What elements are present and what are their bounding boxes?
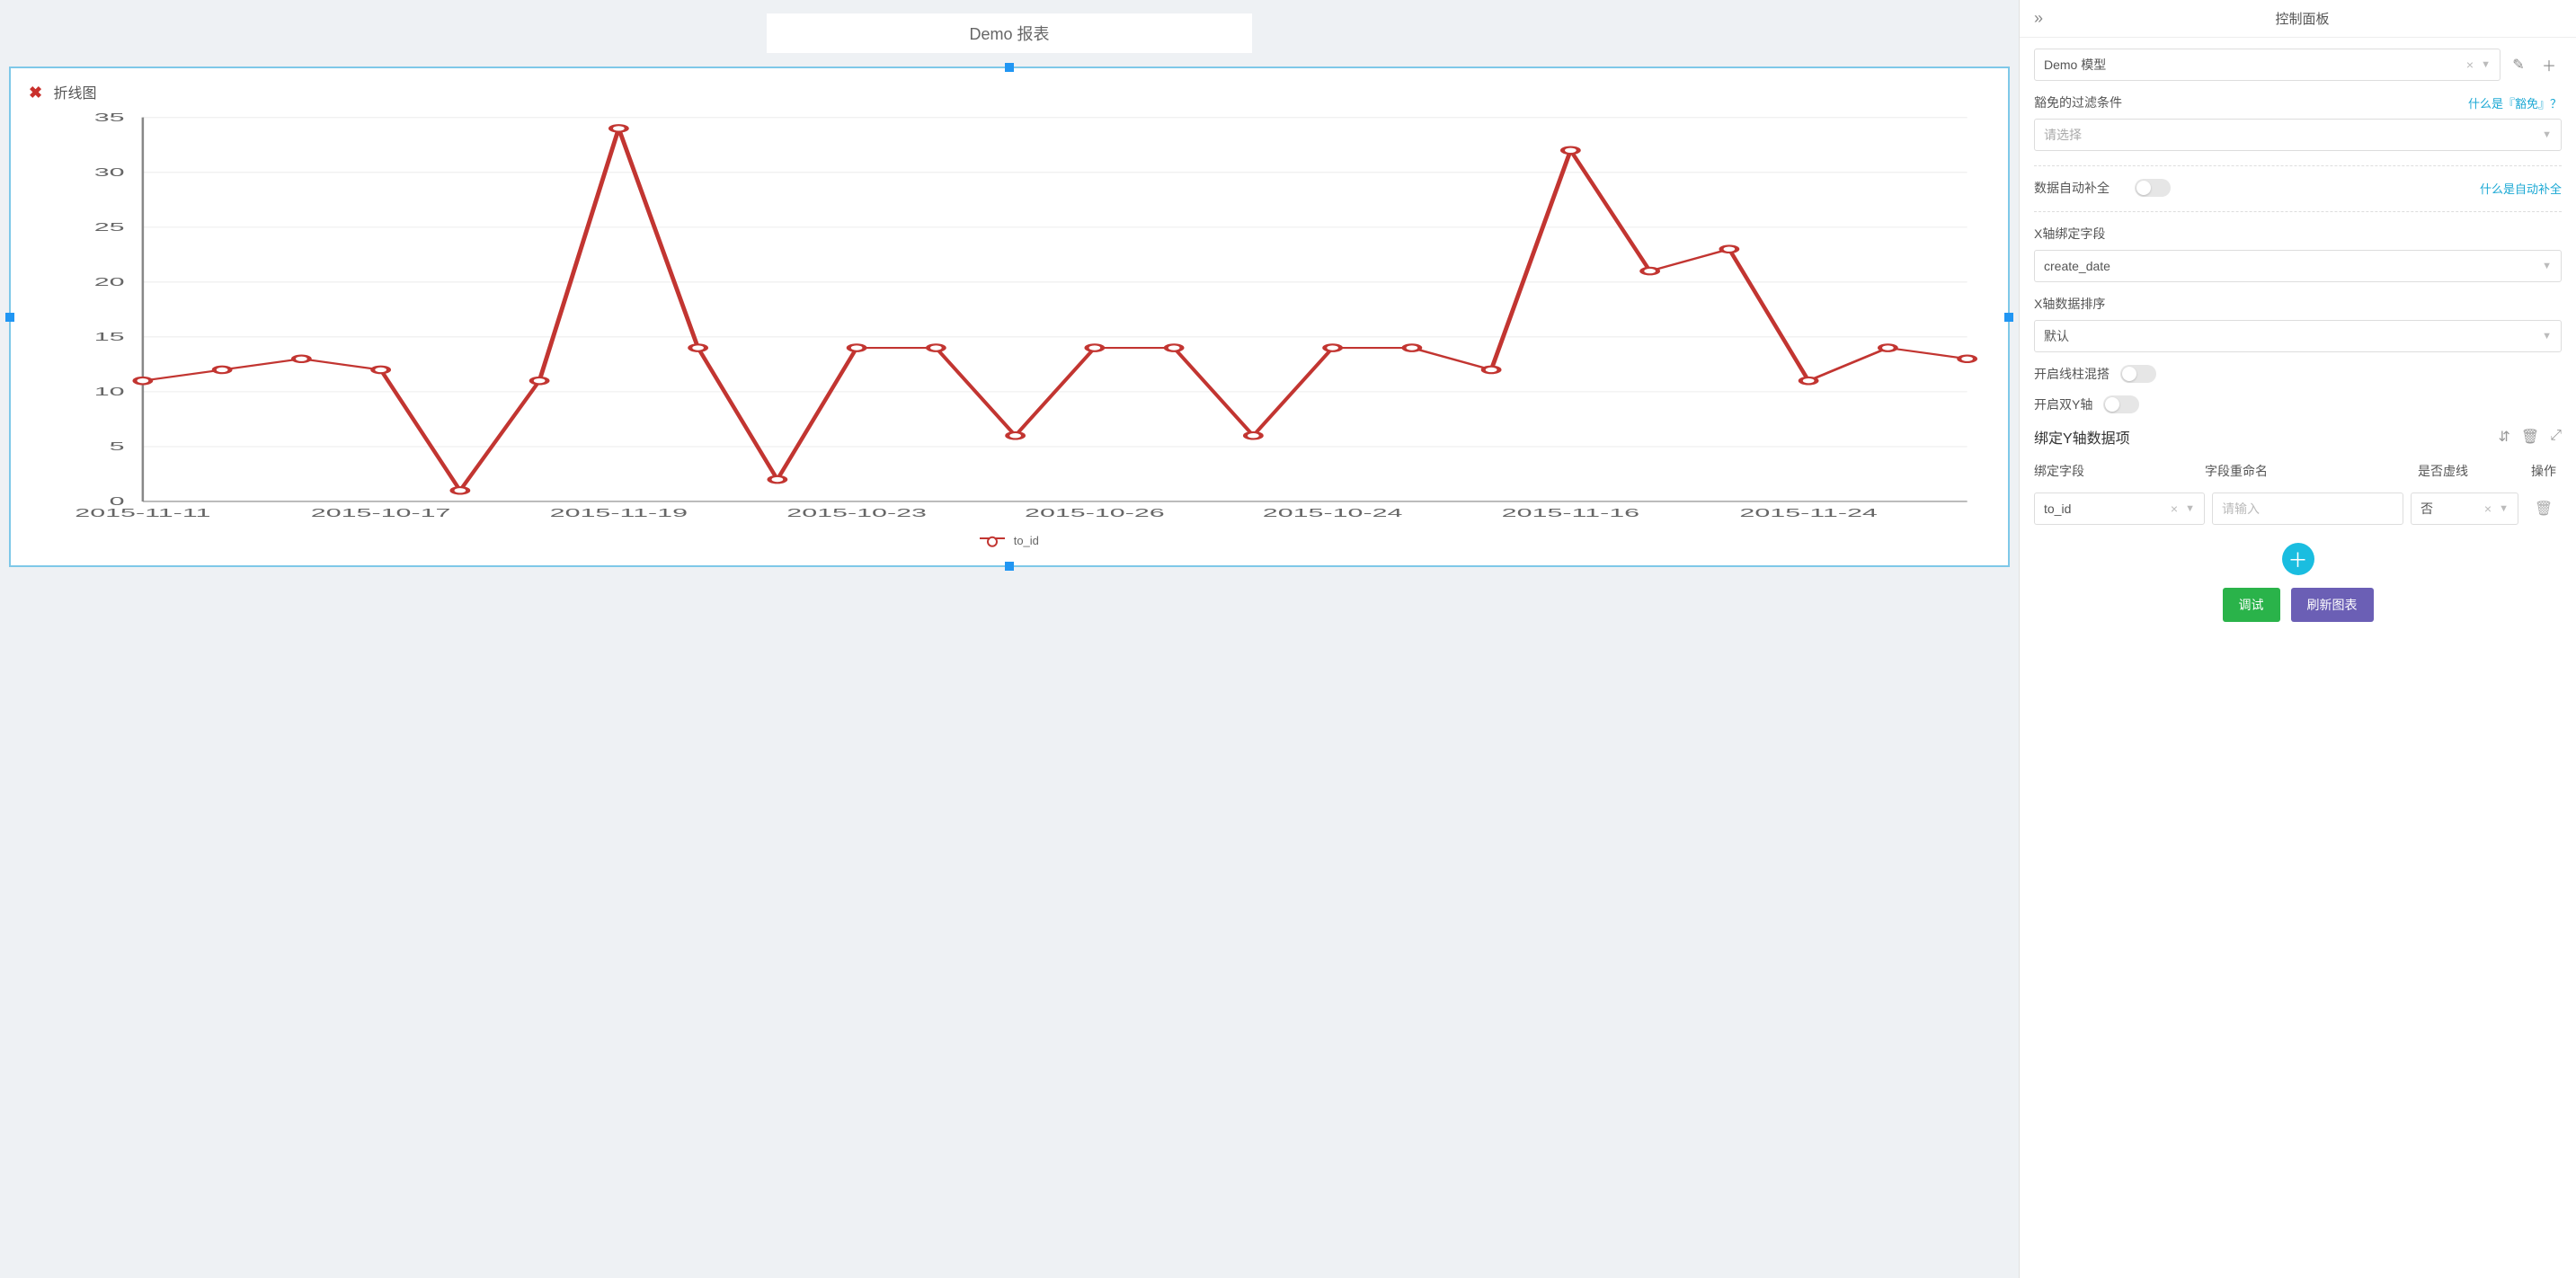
svg-text:2015-11-16: 2015-11-16 (1502, 507, 1639, 519)
report-title-bar: Demo 报表 (9, 0, 2010, 67)
exempt-help-link[interactable]: 什么是『豁免』？ (2468, 94, 2562, 111)
chevron-down-icon: ▼ (2542, 129, 2552, 140)
svg-text:30: 30 (94, 165, 125, 178)
svg-text:10: 10 (94, 386, 125, 398)
y-dashed-select[interactable]: 否 × ▼ (2411, 493, 2518, 525)
svg-text:35: 35 (94, 111, 125, 123)
y-field-select[interactable]: to_id × ▼ (2034, 493, 2205, 525)
mix-toggle[interactable] (2120, 365, 2156, 383)
canvas-area: Demo 报表 ✖ 折线图 051015202530352015-11-1120… (0, 0, 2019, 1278)
svg-text:2015-10-23: 2015-10-23 (786, 507, 927, 519)
x-field-label: X轴绑定字段 (2034, 225, 2105, 243)
chevron-down-icon: ▼ (2185, 503, 2195, 514)
svg-text:20: 20 (94, 276, 125, 288)
x-field-value: create_date (2044, 259, 2110, 273)
chevron-down-icon: ▼ (2499, 503, 2509, 514)
panel-header: » 控制面板 (2020, 0, 2576, 38)
x-sort-select[interactable]: 默认 ▼ (2034, 320, 2562, 352)
debug-button[interactable]: 调试 (2223, 588, 2280, 622)
resize-handle-bottom[interactable] (1005, 562, 1014, 571)
autofill-help-link[interactable]: 什么是自动补全 (2480, 180, 2562, 197)
remove-chart-icon[interactable]: ✖ (29, 84, 42, 102)
y-head-ops: 操作 (2526, 462, 2562, 480)
chart-legend[interactable]: to_id (29, 534, 1990, 547)
add-y-row-button[interactable]: ＋ (2282, 543, 2314, 575)
exempt-placeholder: 请选择 (2044, 126, 2082, 144)
chart-plot: 051015202530352015-11-112015-10-172015-1… (29, 108, 1990, 530)
svg-text:2015-11-24: 2015-11-24 (1739, 507, 1877, 519)
y-dashed-clear-icon[interactable]: × (2481, 501, 2495, 516)
y-rename-input[interactable] (2212, 493, 2403, 525)
chart-title-row: ✖ 折线图 (29, 77, 1990, 108)
separator (2034, 165, 2562, 166)
model-clear-icon[interactable]: × (2463, 58, 2477, 72)
chevron-down-icon: ▼ (2542, 331, 2552, 342)
svg-text:2015-10-24: 2015-10-24 (1263, 507, 1403, 519)
chevron-down-icon: ▼ (2481, 59, 2491, 70)
dual-y-toggle[interactable] (2103, 395, 2139, 413)
svg-text:15: 15 (94, 331, 125, 343)
mix-toggle-label: 开启线柱混搭 (2034, 365, 2110, 383)
autofill-label: 数据自动补全 (2034, 179, 2124, 197)
refresh-chart-button[interactable]: 刷新图表 (2291, 588, 2374, 622)
dual-y-label: 开启双Y轴 (2034, 395, 2092, 413)
y-field-value: to_id (2044, 501, 2071, 516)
delete-row-icon[interactable]: 🗑 (2535, 501, 2553, 517)
svg-text:5: 5 (110, 440, 125, 453)
expand-icon[interactable]: ⤢ (2550, 428, 2562, 446)
panel-title: 控制面板 (2043, 9, 2562, 28)
x-sort-label: X轴数据排序 (2034, 295, 2105, 313)
collapse-panel-icon[interactable]: » (2034, 9, 2043, 28)
report-title[interactable]: Demo 报表 (767, 13, 1252, 53)
svg-text:2015-10-17: 2015-10-17 (311, 507, 451, 519)
add-model-icon[interactable]: ＋ (2536, 52, 2562, 77)
legend-label: to_id (1014, 534, 1039, 547)
exempt-label: 豁免的过滤条件 (2034, 93, 2122, 111)
chart-card[interactable]: ✖ 折线图 051015202530352015-11-112015-10-17… (9, 67, 2010, 567)
exempt-select[interactable]: 请选择 ▼ (2034, 119, 2562, 151)
y-dashed-value: 否 (2421, 500, 2433, 518)
edit-model-icon[interactable]: ✎ (2506, 52, 2531, 77)
model-select[interactable]: Demo 模型 × ▼ (2034, 49, 2500, 81)
y-table-row: to_id × ▼ 否 × ▼ 🗑 (2034, 487, 2562, 530)
x-sort-value: 默认 (2044, 327, 2069, 345)
resize-handle-top[interactable] (1005, 63, 1014, 72)
svg-text:25: 25 (94, 221, 125, 234)
y-head-field: 绑定字段 (2034, 462, 2205, 480)
y-bind-label: 绑定Y轴数据项 (2034, 426, 2130, 448)
svg-text:2015-11-19: 2015-11-19 (550, 507, 688, 519)
model-select-value: Demo 模型 (2044, 56, 2106, 74)
chart-title-text: 折线图 (54, 86, 97, 102)
y-head-dashed: 是否虚线 (2418, 462, 2526, 480)
y-field-clear-icon[interactable]: × (2167, 501, 2181, 516)
x-field-select[interactable]: create_date ▼ (2034, 250, 2562, 282)
chevron-down-icon: ▼ (2542, 261, 2552, 271)
legend-marker-icon (980, 537, 1005, 546)
separator (2034, 211, 2562, 212)
svg-text:2015-10-26: 2015-10-26 (1025, 507, 1165, 519)
resize-handle-right[interactable] (2004, 313, 2013, 322)
autofill-toggle[interactable] (2135, 179, 2171, 197)
control-panel: » 控制面板 Demo 模型 × ▼ ✎ ＋ 豁免的过滤条件 什么是『豁免』？ … (2019, 0, 2576, 1278)
y-table-header: 绑定字段 字段重命名 是否虚线 操作 (2034, 455, 2562, 487)
svg-text:2015-11-11: 2015-11-11 (75, 507, 210, 519)
delete-all-icon[interactable]: 🗑 (2521, 428, 2539, 446)
sort-icon[interactable]: ⇵ (2498, 428, 2509, 446)
resize-handle-left[interactable] (5, 313, 14, 322)
y-head-rename: 字段重命名 (2205, 462, 2418, 480)
